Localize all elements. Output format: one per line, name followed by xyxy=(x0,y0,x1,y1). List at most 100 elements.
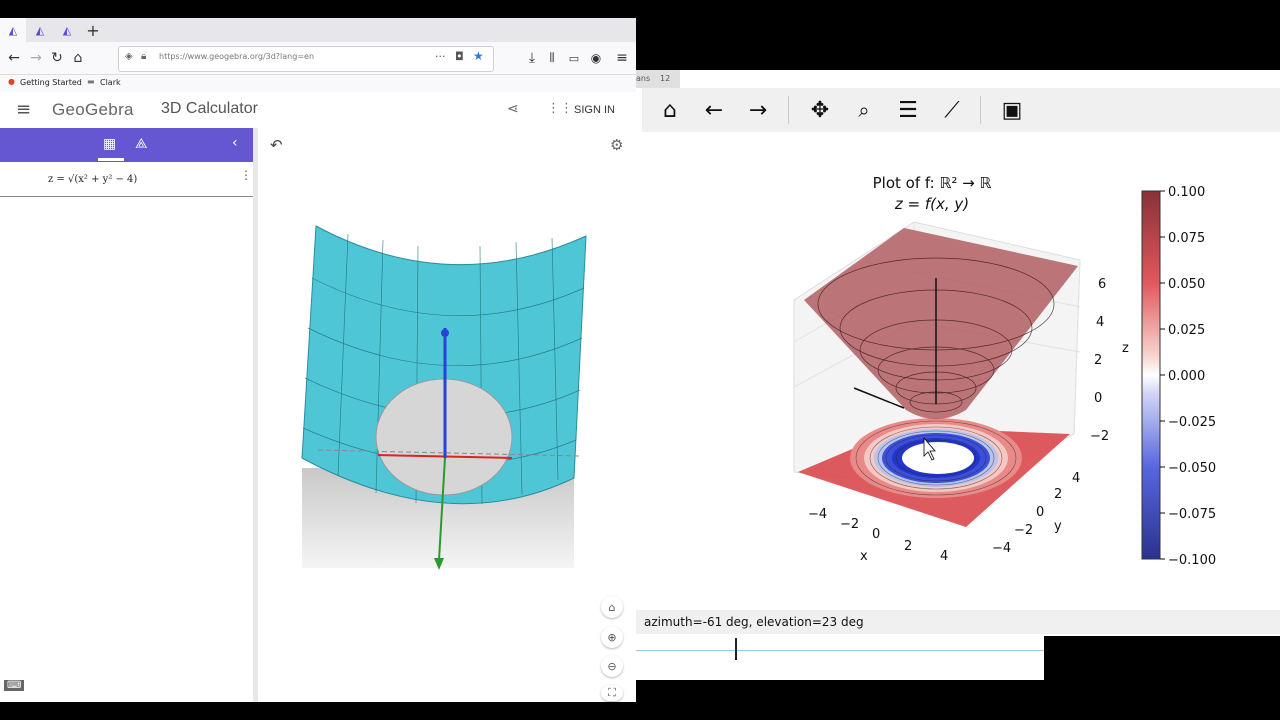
colorbar-tick-label: −0.100 xyxy=(1168,553,1216,568)
tab-geogebra-1[interactable]: ◭ xyxy=(0,18,26,42)
algebra-toolbar: ▦ ⟁ ‹ xyxy=(0,128,253,162)
bookmark-star-icon[interactable]: ★ xyxy=(473,49,484,63)
home-view-icon[interactable]: ⌂ xyxy=(601,596,623,618)
graphics-3d-view[interactable]: ↶ ⚙ ⌂ ⊕ ⊖ ⛶ xyxy=(258,128,636,702)
new-tab-button[interactable]: + xyxy=(82,18,104,42)
zoom-out-icon[interactable]: ⊖ xyxy=(601,655,623,677)
home-icon[interactable]: ⌂ xyxy=(656,96,684,124)
colorbar-tick-label: −0.025 xyxy=(1168,415,1216,430)
x-tick: 2 xyxy=(904,539,912,554)
y-tick: 0 xyxy=(1036,505,1044,520)
geogebra-logo[interactable]: GeoGebra xyxy=(52,100,134,120)
colorbar-tick-label: 0.100 xyxy=(1168,185,1205,200)
x-tick: −4 xyxy=(808,507,827,522)
back-arrow-icon[interactable]: ← xyxy=(700,96,728,124)
zoom-magnifier-icon[interactable]: ⌕ xyxy=(850,96,878,124)
y-tick: −2 xyxy=(1014,523,1033,538)
geogebra-header: ≡ GeoGebra 3D Calculator ⋖ ⋮⋮ SIGN IN xyxy=(0,92,636,129)
editor-tab: ans 12 xyxy=(636,70,680,88)
divider-line xyxy=(636,650,1044,651)
plot-title-line1: Plot of f: ℝ² → ℝ xyxy=(873,174,992,192)
home-icon[interactable]: ⌂ xyxy=(68,48,88,68)
z-tick: 2 xyxy=(1094,353,1102,368)
colorbar xyxy=(1141,190,1161,560)
z-axis-label: z xyxy=(1122,341,1129,356)
view-angle-readout: azimuth=-61 deg, elevation=23 deg xyxy=(644,615,864,629)
toolbar-divider xyxy=(788,96,789,124)
tools-icon[interactable]: ⟁ xyxy=(135,136,148,152)
expression-text[interactable]: z = √(x² + y² − 4) xyxy=(48,174,137,185)
x-ticks: −4 −2 0 2 4 x xyxy=(808,507,948,564)
browser-window: ◭ ◭ ◭ + ← → ↻ ⌂ ◈ 🔒︎ https://www.geogebr… xyxy=(0,18,636,702)
colorbar-tick-label: 0.000 xyxy=(1168,369,1205,384)
collapse-icon[interactable]: ‹ xyxy=(232,135,238,151)
sign-in-button[interactable]: SIGN IN xyxy=(574,104,615,116)
algebra-panel: ▦ ⟁ ‹ z = √(x² + y² − 4) ⋮ ⌨ xyxy=(0,128,258,702)
reload-icon[interactable]: ↻ xyxy=(47,48,67,68)
more-icon[interactable]: ··· xyxy=(435,50,446,63)
matplotlib-toolbar: ⌂ ← → ✥ ⌕ ☰ ⟋ ▣ xyxy=(642,88,1280,132)
url-text: https://www.geogebra.org/3d?lang=en xyxy=(159,52,315,61)
more-options-icon[interactable]: ⋮ xyxy=(240,168,252,182)
x-tick: 0 xyxy=(872,527,880,542)
pan-icon[interactable]: ✥ xyxy=(806,96,834,124)
bookmarks-bar: ● Getting Started ▬ Clark xyxy=(0,75,636,92)
tab-bar: ◭ ◭ ◭ + xyxy=(0,18,636,42)
text-cursor xyxy=(735,638,737,660)
colorbar-tick-label: −0.050 xyxy=(1168,461,1216,476)
forward-arrow-icon[interactable]: → xyxy=(744,96,772,124)
tab-number: 12 xyxy=(660,74,671,83)
colorbar-tick-label: −0.075 xyxy=(1168,507,1216,522)
active-tab-indicator xyxy=(98,158,124,161)
y-axis-label: y xyxy=(1054,519,1062,534)
zoom-in-icon[interactable]: ⊕ xyxy=(601,626,623,648)
shield-icon: ◈ xyxy=(125,51,133,62)
sidebar-icon[interactable]: ▭ xyxy=(564,48,584,68)
save-icon[interactable]: ▣ xyxy=(998,96,1026,124)
z-tick: 6 xyxy=(1098,277,1106,292)
editor-strip xyxy=(636,634,1044,680)
tab-geogebra-2[interactable]: ◭ xyxy=(27,18,53,42)
download-icon[interactable]: ⤓ xyxy=(522,48,542,68)
colorbar-tick-label: 0.050 xyxy=(1168,277,1205,292)
app-title: 3D Calculator xyxy=(161,100,258,117)
configure-subplots-icon[interactable]: ☰ xyxy=(894,96,922,124)
tab-label: ans xyxy=(636,74,651,83)
forward-icon[interactable]: → xyxy=(26,48,46,68)
edit-axes-icon[interactable]: ⟋ xyxy=(938,96,966,124)
surface-graphic xyxy=(301,225,587,570)
tab-geogebra-3[interactable]: ◭ xyxy=(54,18,80,42)
z-tick: −2 xyxy=(1090,429,1109,444)
x-axis-label: x xyxy=(860,549,868,564)
back-icon[interactable]: ← xyxy=(4,48,24,68)
menu-icon[interactable]: ≡ xyxy=(612,48,632,68)
apps-grid-icon[interactable]: ⋮⋮ xyxy=(547,101,573,116)
share-icon[interactable]: ⋖ xyxy=(507,101,519,117)
algebra-row[interactable]: z = √(x² + y² − 4) ⋮ xyxy=(0,162,253,197)
url-bar[interactable]: ◈ 🔒︎ https://www.geogebra.org/3d?lang=en… xyxy=(118,46,494,72)
plot-canvas: Plot of f: ℝ² → ℝ z = f(x, y) −4 −2 0 2 … xyxy=(793,174,1216,568)
y-tick: −4 xyxy=(992,541,1011,556)
z-tick: 0 xyxy=(1094,391,1102,406)
z-ticks: 6 4 2 0 −2 z xyxy=(1090,277,1129,444)
bookmark-getting-started[interactable]: Getting Started xyxy=(20,78,82,87)
fullscreen-icon[interactable]: ⛶ xyxy=(601,685,623,701)
bookmark-clark[interactable]: Clark xyxy=(100,78,121,87)
pocket-icon[interactable]: ◘ xyxy=(455,50,464,63)
toolbar-divider xyxy=(980,96,981,124)
colorbar-tick-label: 0.075 xyxy=(1168,231,1205,246)
firefox-icon: ● xyxy=(8,77,15,86)
library-icon[interactable]: ⫼ xyxy=(542,48,562,68)
account-icon[interactable]: ◉ xyxy=(586,48,606,68)
folder-icon: ▬ xyxy=(87,77,95,86)
hamburger-icon[interactable]: ≡ xyxy=(16,99,31,120)
y-tick: 4 xyxy=(1072,471,1080,486)
colorbar-ticks: 0.100 0.075 0.050 0.025 0.000 −0.025 −0.050 −0.… xyxy=(1160,185,1216,568)
x-tick: 4 xyxy=(940,549,948,564)
x-tick: −2 xyxy=(840,517,859,532)
y-tick: 2 xyxy=(1054,487,1062,502)
colorbar-tick-label: 0.025 xyxy=(1168,323,1205,338)
keyboard-icon[interactable]: ⌨ xyxy=(4,680,25,691)
lock-icon: 🔒︎ xyxy=(141,51,147,62)
calculator-icon[interactable]: ▦ xyxy=(103,136,116,152)
